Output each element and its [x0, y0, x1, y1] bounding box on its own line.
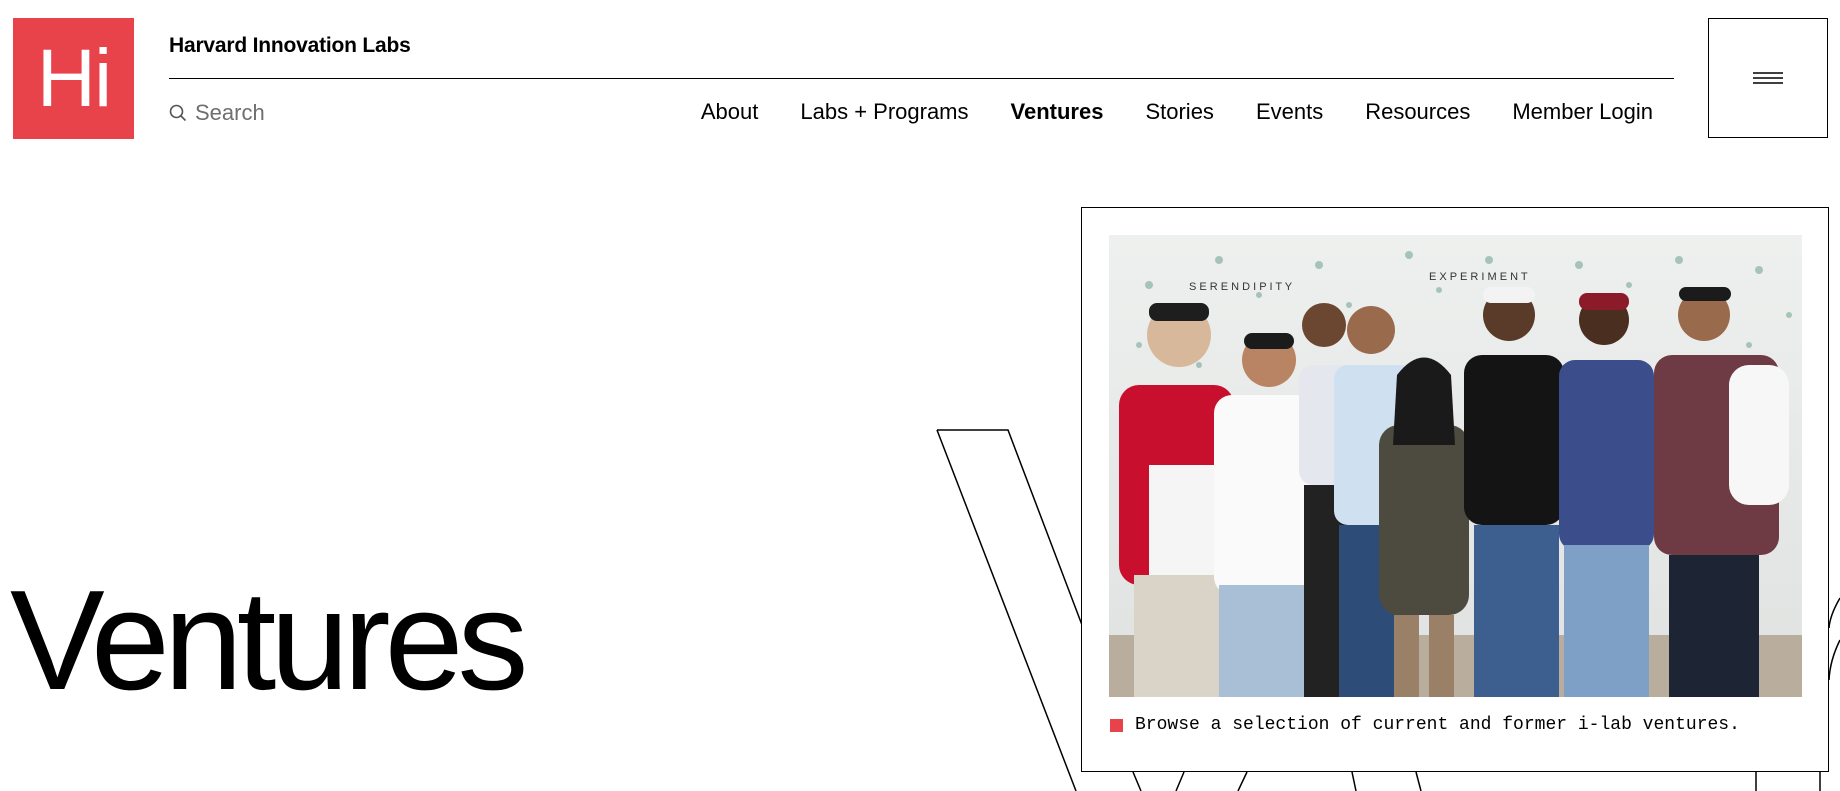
photo-caption: Browse a selection of current and former… — [1110, 715, 1740, 735]
wall-text-experiment: E X P E R I M E N T — [1429, 271, 1528, 283]
hero-photo-card: S E R E N D I P I T Y E X P E R I M E N … — [1081, 207, 1829, 772]
page: Hi Harvard Innovation Labs About Labs + … — [0, 0, 1840, 791]
team-photo: S E R E N D I P I T Y E X P E R I M E N … — [1109, 235, 1802, 697]
caption-text: Browse a selection of current and former… — [1135, 715, 1740, 735]
wall-text-serendipity: S E R E N D I P I T Y — [1189, 281, 1293, 293]
page-title: Ventures — [10, 561, 529, 720]
caption-marker-icon — [1110, 718, 1123, 732]
team-photo-illustration: S E R E N D I P I T Y E X P E R I M E N … — [1109, 235, 1802, 697]
